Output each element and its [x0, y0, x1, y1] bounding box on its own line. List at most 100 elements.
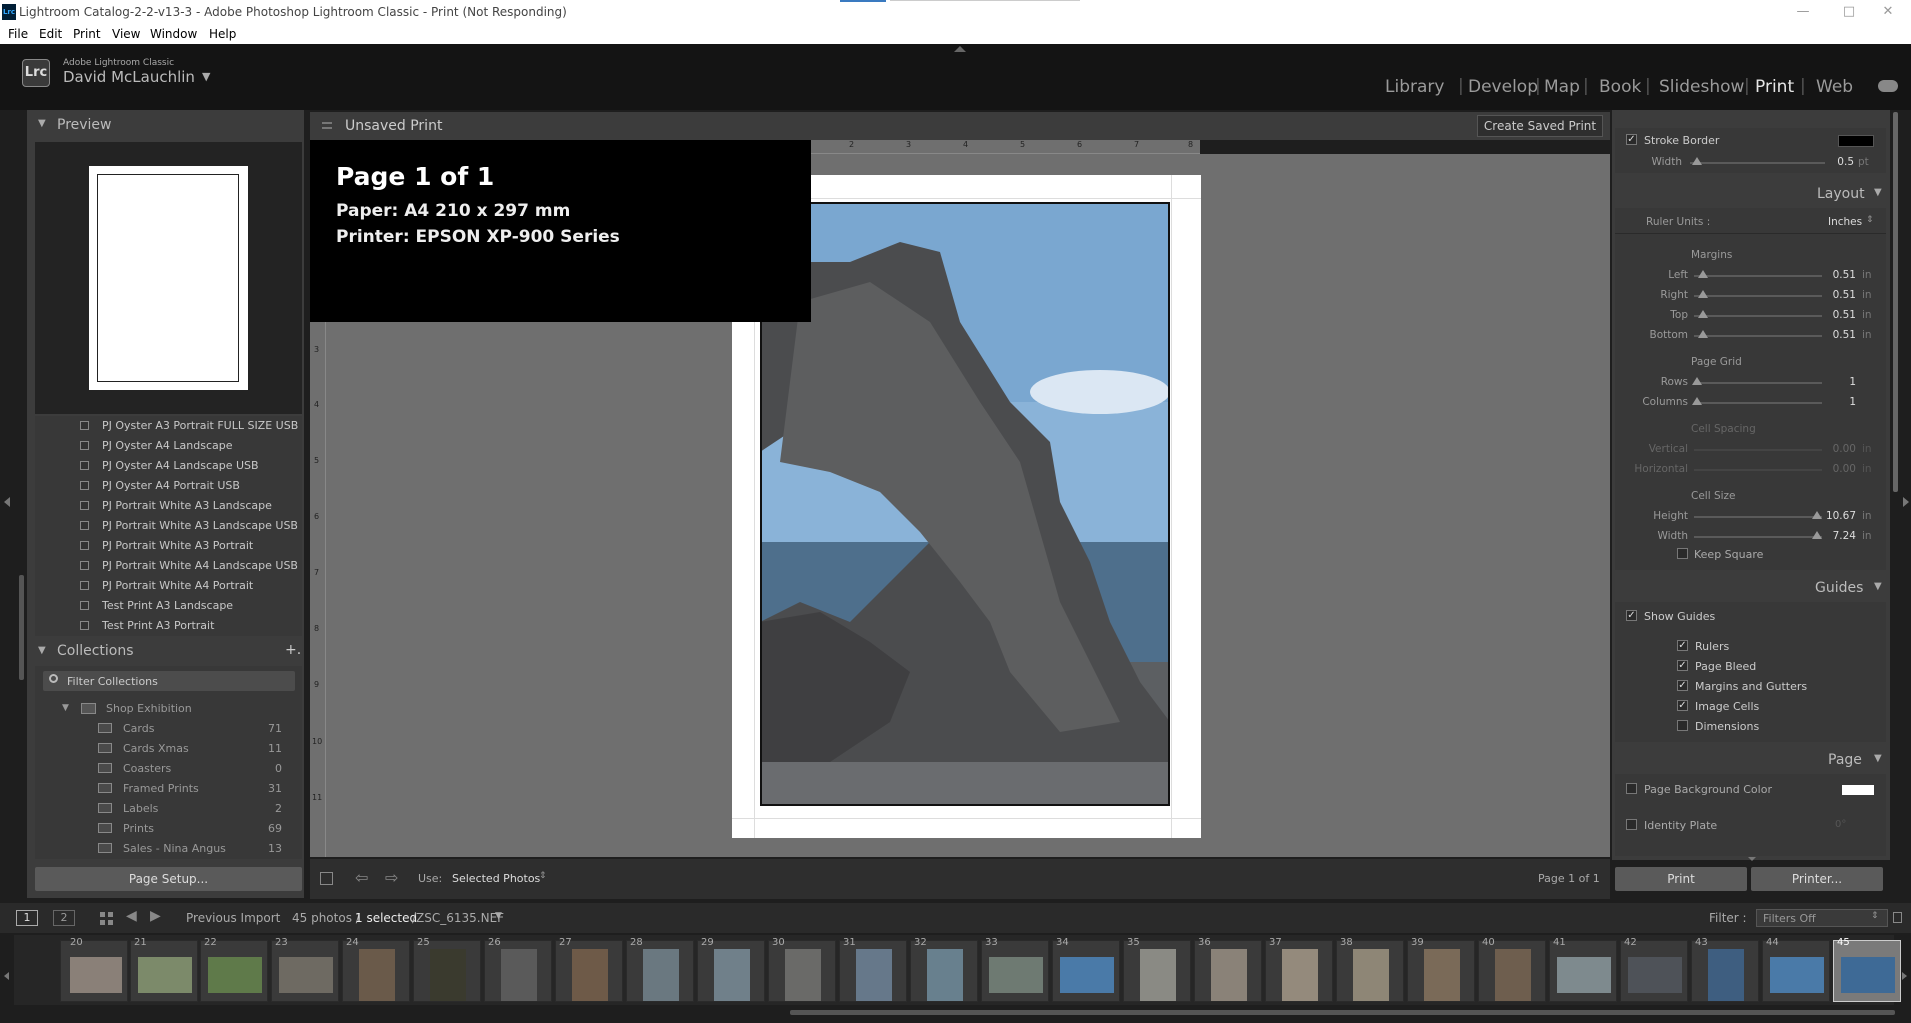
margin-right-slider[interactable]	[1694, 295, 1822, 297]
filmstrip-thumbnail[interactable]	[1123, 940, 1191, 1002]
collection-name[interactable]: Labels	[123, 802, 158, 815]
collection-name[interactable]: Cards Xmas	[123, 742, 189, 755]
print-button[interactable]: Print	[1615, 867, 1747, 891]
cell-width-value[interactable]: 7.24	[1820, 530, 1856, 542]
filter-collections-input[interactable]: Filter Collections	[43, 671, 295, 691]
margin-right-slider-thumb[interactable]	[1698, 290, 1708, 298]
file-dropdown-icon[interactable]: ▼	[495, 911, 502, 921]
filmstrip-thumbnail[interactable]	[413, 940, 481, 1002]
filmstrip-thumbnail[interactable]	[1762, 940, 1830, 1002]
module-slideshow[interactable]: Slideshow	[1659, 77, 1744, 97]
template-item[interactable]: PJ Oyster A4 Portrait USB	[102, 479, 240, 492]
module-book[interactable]: Book	[1599, 77, 1641, 97]
module-map[interactable]: Map	[1544, 77, 1580, 97]
filmstrip-thumbnail[interactable]	[130, 940, 198, 1002]
filmstrip-thumbnail[interactable]	[1620, 940, 1688, 1002]
grid-view-icon[interactable]	[100, 912, 113, 925]
page-setup-button[interactable]: Page Setup...	[35, 867, 302, 891]
left-scrollbar[interactable]	[19, 575, 24, 680]
margin-left-slider-thumb[interactable]	[1698, 270, 1708, 278]
identity-plate-checkbox[interactable]	[1626, 819, 1637, 830]
stroke-width-value[interactable]: 0.5	[1818, 156, 1854, 168]
page-bg-checkbox[interactable]	[1626, 783, 1637, 794]
module-library[interactable]: Library	[1385, 77, 1444, 97]
stroke-width-slider[interactable]	[1690, 162, 1825, 164]
margin-top-slider[interactable]	[1694, 315, 1822, 317]
cell-width-slider[interactable]	[1694, 536, 1822, 538]
spacing-horizontal-value[interactable]: 0.00	[1820, 463, 1856, 475]
grid-rows-value[interactable]: 1	[1820, 376, 1856, 388]
main-screen-button[interactable]: 1	[16, 910, 38, 926]
module-web[interactable]: Web	[1816, 77, 1853, 97]
forward-arrow-icon[interactable]: ▶	[150, 908, 161, 924]
filmstrip-thumbnail[interactable]	[555, 940, 623, 1002]
module-print[interactable]: Print	[1755, 77, 1794, 97]
create-saved-print-button[interactable]: Create Saved Print	[1477, 115, 1603, 137]
keep-square-checkbox[interactable]	[1677, 548, 1688, 559]
page-header[interactable]: Page ▼	[1612, 748, 1890, 772]
filmstrip-thumbnail[interactable]	[768, 940, 836, 1002]
image-cells-checkbox[interactable]: ✓	[1677, 700, 1688, 711]
filmstrip-thumbnail[interactable]	[1052, 940, 1120, 1002]
spacing-vertical-value[interactable]: 0.00	[1820, 443, 1856, 455]
filmstrip-thumbnail[interactable]	[1549, 940, 1617, 1002]
template-item[interactable]: PJ Portrait White A3 Portrait	[102, 539, 253, 552]
template-item[interactable]: PJ Portrait White A4 Landscape USB	[102, 559, 298, 572]
printer-button[interactable]: Printer...	[1751, 867, 1883, 891]
filmstrip-thumbnail[interactable]	[60, 940, 128, 1002]
menu-edit[interactable]: Edit	[39, 24, 62, 44]
top-panel-toggle-icon[interactable]	[954, 46, 966, 52]
right-panel-collapse-icon[interactable]	[1903, 497, 1909, 507]
page-bleed-checkbox[interactable]: ✓	[1677, 660, 1688, 671]
margin-bottom-slider[interactable]	[1694, 335, 1822, 337]
menu-window[interactable]: Window	[150, 24, 197, 44]
collection-name[interactable]: Framed Prints	[123, 782, 199, 795]
menu-print[interactable]: Print	[73, 24, 101, 44]
filter-lock-icon[interactable]	[1893, 912, 1902, 923]
layout-header[interactable]: Layout ▼	[1612, 182, 1890, 206]
filmstrip-thumbnail[interactable]	[342, 940, 410, 1002]
template-item[interactable]: PJ Portrait White A3 Landscape USB	[102, 519, 298, 532]
right-panel-resize-handle[interactable]	[1748, 857, 1756, 861]
collection-name[interactable]: Coasters	[123, 762, 171, 775]
close-button[interactable]: ✕	[1865, 0, 1911, 24]
source-label[interactable]: Previous Import	[186, 911, 280, 925]
guides-header[interactable]: Guides ▼	[1612, 576, 1890, 600]
grid-rows-slider[interactable]	[1694, 382, 1822, 384]
first-page-arrow-icon[interactable]: ⇦	[355, 868, 368, 887]
grid-rows-slider-thumb[interactable]	[1692, 377, 1702, 385]
grid-columns-slider[interactable]	[1694, 402, 1822, 404]
left-panel-collapse-icon[interactable]	[4, 497, 10, 507]
module-develop[interactable]: Develop	[1468, 77, 1538, 97]
template-item[interactable]: PJ Oyster A4 Landscape	[102, 439, 233, 452]
menu-help[interactable]: Help	[209, 24, 236, 44]
filmstrip-thumbnail[interactable]	[1478, 940, 1546, 1002]
cell-height-slider[interactable]	[1694, 516, 1822, 518]
page-bg-color-swatch[interactable]	[1842, 785, 1874, 795]
show-guides-checkbox[interactable]: ✓	[1626, 610, 1637, 621]
menu-view[interactable]: View	[112, 24, 140, 44]
collection-name[interactable]: Prints	[123, 822, 154, 835]
filmstrip-thumbnail[interactable]	[839, 940, 907, 1002]
filmstrip-thumbnail[interactable]	[1407, 940, 1475, 1002]
filmstrip-thumbnail[interactable]	[1691, 940, 1759, 1002]
spacing-horizontal-slider[interactable]	[1694, 469, 1822, 471]
collection-name[interactable]: Sales - Nina Angus	[123, 842, 226, 855]
use-dropdown[interactable]: Selected Photos	[452, 872, 540, 885]
preview-header[interactable]: ▼ Preview	[27, 110, 304, 140]
next-page-arrow-icon[interactable]: ⇨	[385, 868, 398, 887]
filmstrip-thumbnail-selected[interactable]	[1833, 940, 1901, 1002]
filmstrip-thumbnail[interactable]	[1336, 940, 1404, 1002]
filmstrip-thumbnail[interactable]	[271, 940, 339, 1002]
stroke-width-slider-thumb[interactable]	[1692, 157, 1702, 165]
margin-left-slider[interactable]	[1694, 275, 1822, 277]
filmstrip-left-arrow-icon[interactable]	[4, 972, 9, 980]
ruler-units-dropdown[interactable]: Inches	[1828, 216, 1862, 228]
back-arrow-icon[interactable]: ◀	[126, 908, 137, 924]
margin-right-value[interactable]: 0.51	[1820, 289, 1856, 301]
user-name[interactable]: David McLauchlin	[63, 68, 195, 86]
filmstrip-right-arrow-icon[interactable]	[1902, 972, 1907, 980]
margin-bottom-value[interactable]: 0.51	[1820, 329, 1856, 341]
selected-file[interactable]: /ZSC_6135.NEF	[412, 911, 504, 925]
template-item[interactable]: Test Print A3 Landscape	[102, 599, 233, 612]
